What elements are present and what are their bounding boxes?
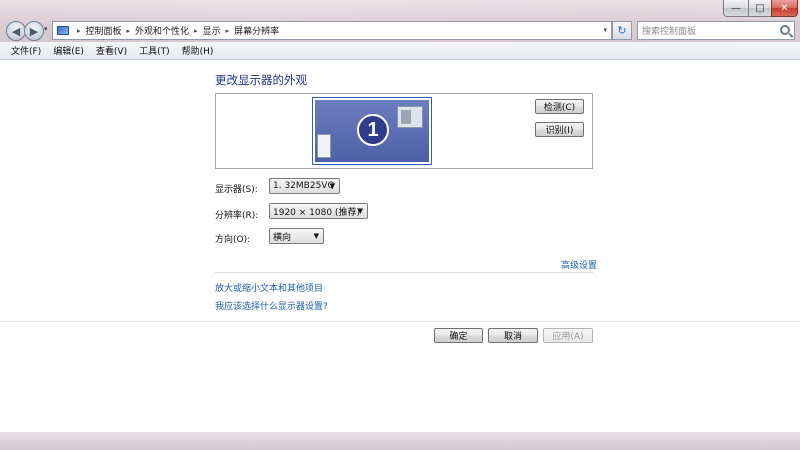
- chevron-right-icon[interactable]: ▸: [194, 27, 198, 35]
- apply-button: 应用(A): [543, 328, 593, 343]
- chevron-down-icon: ▼: [357, 207, 363, 215]
- chevron-down-icon: ▼: [313, 232, 319, 240]
- page-title: 更改显示器的外观: [215, 73, 307, 87]
- recent-pages-dropdown-icon[interactable]: ▾: [44, 25, 48, 33]
- address-bar[interactable]: ▸ 控制面板 ▸ 外观和个性化 ▸ 显示 ▸ 屏幕分辨率 ▾: [52, 21, 612, 40]
- maximize-icon: □: [755, 2, 765, 14]
- window-thumbnail-icon: [317, 134, 331, 158]
- refresh-icon: ↻: [617, 24, 627, 37]
- orientation-label: 方向(O):: [215, 235, 251, 245]
- monitor-number-badge: 1: [357, 114, 389, 146]
- close-button[interactable]: ✕: [771, 0, 798, 17]
- text-size-link[interactable]: 放大或缩小文本和其他项目: [215, 281, 323, 294]
- chevron-right-icon[interactable]: ▸: [226, 27, 230, 35]
- display-select[interactable]: 1. 32MB25VQ ▼: [269, 178, 340, 194]
- menu-tools[interactable]: 工具(T): [133, 44, 176, 57]
- resolution-value: 1920 × 1080 (推荐): [273, 207, 360, 218]
- menu-bar: 文件(F) 编辑(E) 查看(V) 工具(T) 帮助(H): [0, 42, 800, 60]
- breadcrumb-display[interactable]: 显示: [203, 24, 221, 37]
- display-value: 1. 32MB25VQ: [273, 181, 335, 191]
- forward-arrow-icon: ▶: [29, 24, 39, 38]
- identify-button[interactable]: 识别(I): [535, 122, 584, 137]
- search-placeholder: 搜索控制面板: [642, 27, 697, 37]
- resolution-select[interactable]: 1920 × 1080 (推荐) ▼: [269, 203, 368, 219]
- divider: [215, 272, 593, 273]
- menu-edit[interactable]: 编辑(E): [47, 44, 90, 57]
- forward-button[interactable]: ▶: [24, 21, 44, 41]
- back-button[interactable]: ◀: [6, 21, 26, 41]
- back-arrow-icon: ◀: [11, 24, 21, 38]
- menu-view[interactable]: 查看(V): [90, 44, 133, 57]
- search-icon[interactable]: [780, 25, 790, 35]
- minimize-icon: —: [731, 2, 741, 14]
- monitor-thumbnail[interactable]: 1: [312, 97, 432, 165]
- chevron-down-icon: ▼: [329, 182, 335, 190]
- maximize-button[interactable]: □: [748, 0, 772, 17]
- close-icon: ✕: [780, 2, 789, 14]
- breadcrumb-screen-resolution[interactable]: 屏幕分辨率: [234, 24, 279, 37]
- minimize-button[interactable]: —: [723, 0, 749, 17]
- address-dropdown-icon[interactable]: ▾: [603, 26, 607, 34]
- status-bar: [0, 432, 800, 450]
- ok-button[interactable]: 确定: [434, 328, 483, 343]
- title-bar: — □ ✕ ◀ ▶ ▾ ▸ 控制面板 ▸ 外观和个性化 ▸ 显示 ▸ 屏幕分辨率…: [0, 0, 800, 42]
- detect-button[interactable]: 检测(C): [535, 99, 584, 114]
- chevron-right-icon[interactable]: ▸: [77, 27, 81, 35]
- divider: [0, 321, 800, 322]
- window-thumbnail-icon: [397, 106, 423, 128]
- refresh-button[interactable]: ↻: [612, 21, 632, 40]
- orientation-value: 横向: [273, 232, 292, 243]
- search-input[interactable]: 搜索控制面板: [637, 21, 795, 40]
- chevron-right-icon[interactable]: ▸: [127, 27, 131, 35]
- advanced-settings-link[interactable]: 高级设置: [561, 258, 597, 271]
- resolution-label: 分辨率(R):: [215, 211, 259, 221]
- menu-file[interactable]: 文件(F): [0, 44, 47, 57]
- orientation-select[interactable]: 横向 ▼: [269, 228, 324, 244]
- control-panel-icon: [57, 26, 69, 35]
- cancel-button[interactable]: 取消: [488, 328, 538, 343]
- breadcrumb-appearance[interactable]: 外观和个性化: [135, 24, 189, 37]
- breadcrumb-control-panel[interactable]: 控制面板: [86, 24, 122, 37]
- menu-help[interactable]: 帮助(H): [176, 44, 220, 57]
- display-help-link[interactable]: 我应该选择什么显示器设置?: [215, 299, 328, 312]
- content-area: 更改显示器的外观 1 检测(C) 识别(I) 显示器(S): 1. 32MB25…: [0, 60, 800, 432]
- display-label: 显示器(S):: [215, 185, 258, 195]
